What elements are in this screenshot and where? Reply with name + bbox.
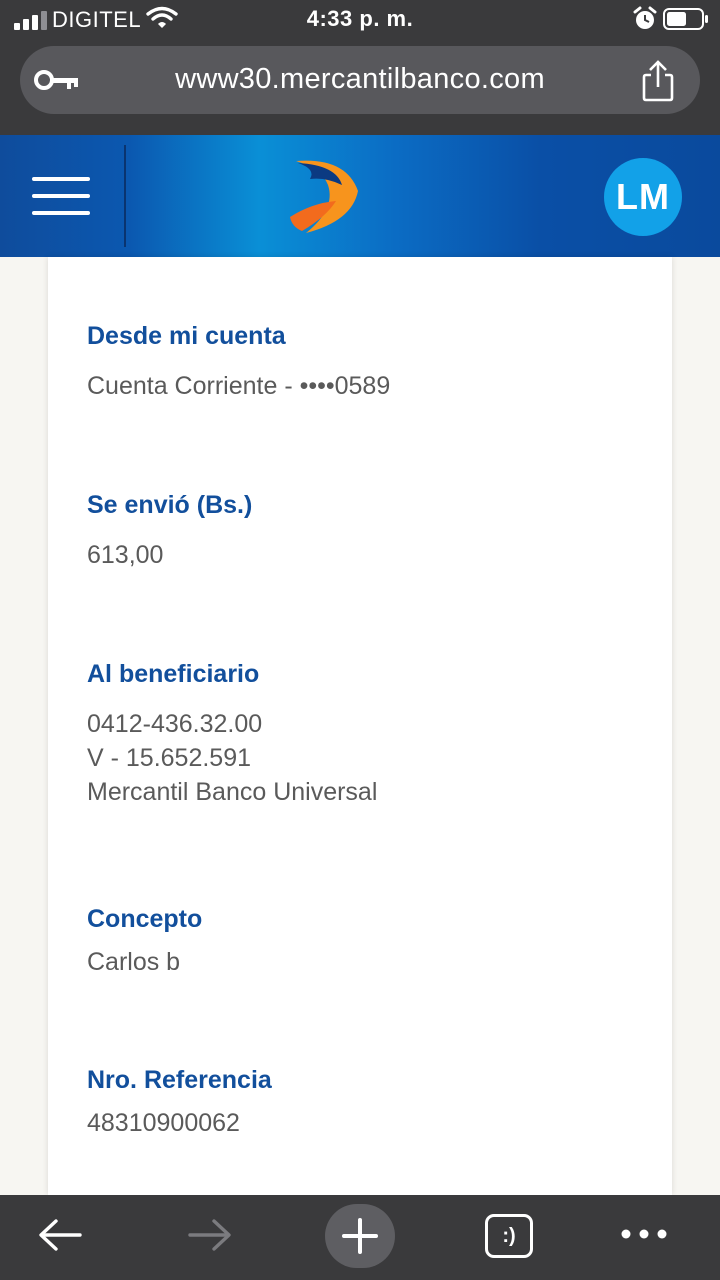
header-divider [124,145,126,247]
beneficiary-phone: 0412-436.32.00 [87,710,263,738]
plus-icon [342,1218,378,1254]
amount-value: 613,00 [87,541,164,569]
forward-arrow-icon[interactable] [186,1217,234,1253]
reference-value: 48310900062 [87,1109,240,1137]
tabs-button[interactable]: :) [485,1214,533,1258]
from-account-value: Cuenta Corriente - ••••0589 [87,372,391,400]
hamburger-menu-icon[interactable] [28,177,94,219]
browser-toolbar: :) [0,1195,720,1280]
battery-icon [663,8,708,30]
amount-label: Se envió (Bs.) [87,491,253,519]
clock: 4:33 p. m. [306,6,414,31]
new-tab-button[interactable] [325,1204,395,1268]
concept-value: Carlos b [87,948,181,976]
url-text[interactable]: www30.mercantilbanco.com [20,63,700,96]
status-bar: DIGITEL 4:33 p. m. [0,0,720,40]
back-arrow-icon[interactable] [36,1217,84,1253]
from-account-label: Desde mi cuenta [87,322,286,350]
reference-label: Nro. Referencia [87,1066,272,1094]
address-bar[interactable]: www30.mercantilbanco.com [20,46,700,114]
app-header: LM [0,135,720,257]
user-avatar[interactable]: LM [604,158,682,236]
more-options-icon[interactable] [620,1227,668,1241]
beneficiary-bank: Mercantil Banco Universal [87,778,378,806]
mercantil-logo-icon [290,160,358,233]
browser-chrome: DIGITEL 4:33 p. m. www30.mercantilbanco.… [0,0,720,135]
beneficiary-label: Al beneficiario [87,660,260,688]
transfer-receipt-card: Desde mi cuenta Cuenta Corriente - ••••0… [48,257,672,1195]
alarm-icon [633,6,657,29]
beneficiary-id: V - 15.652.591 [87,744,252,772]
share-icon[interactable] [638,60,678,102]
concept-label: Concepto [87,905,203,933]
